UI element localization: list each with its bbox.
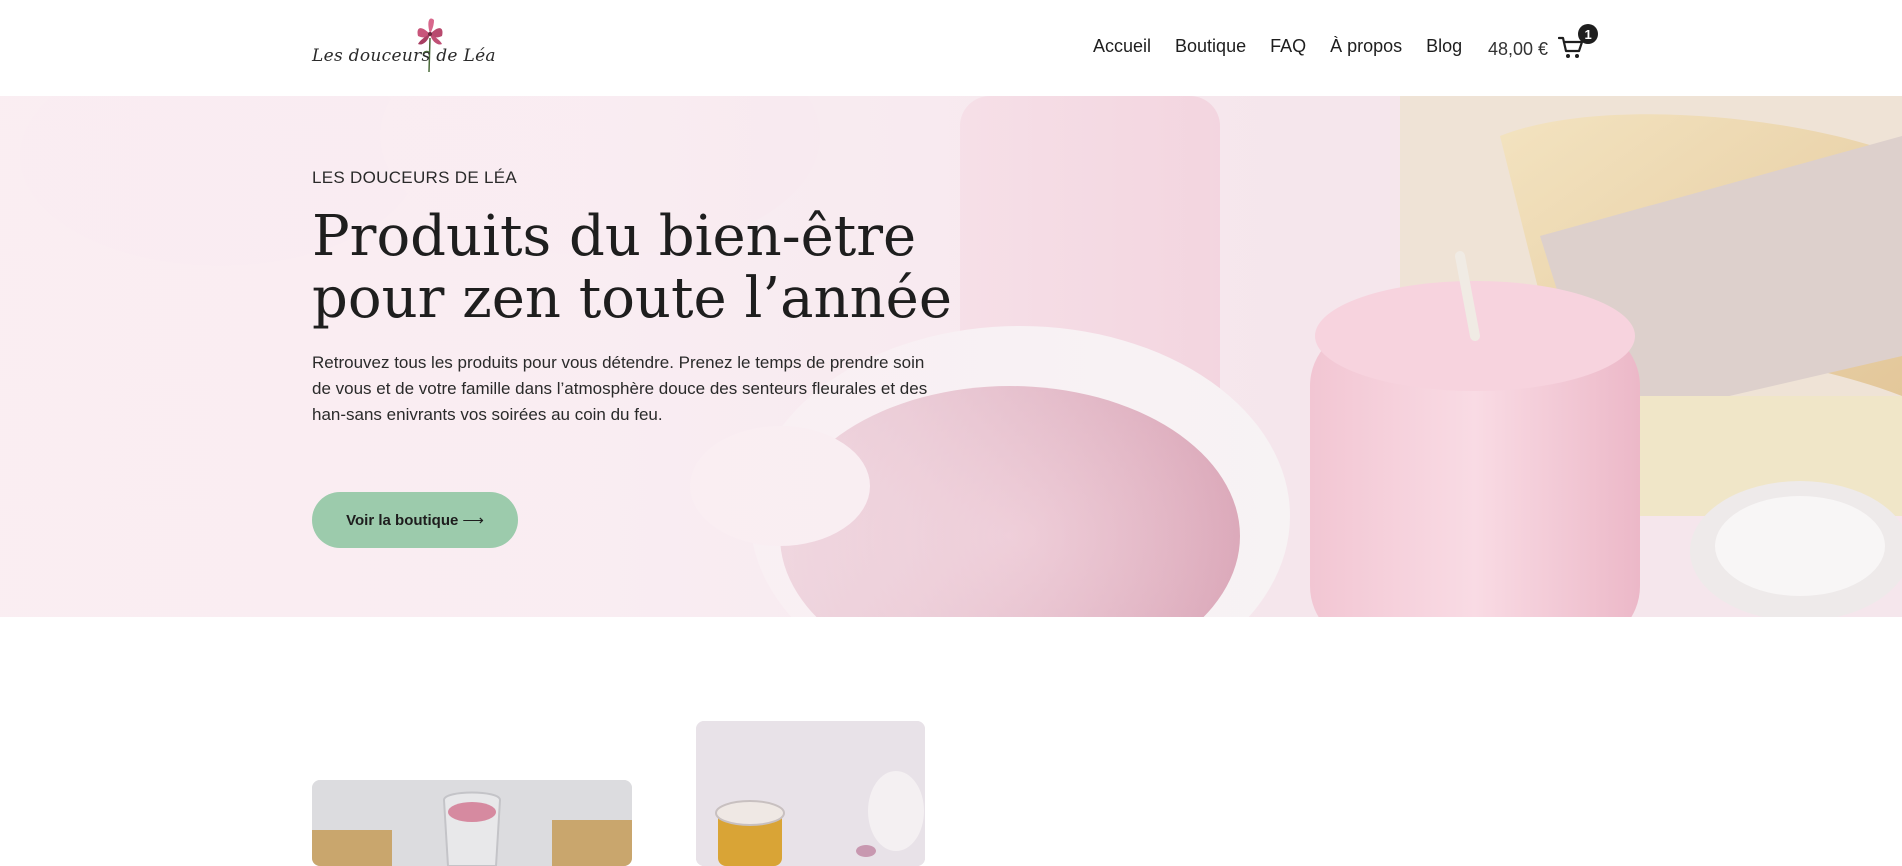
nav-link-accueil[interactable]: Accueil — [1093, 36, 1151, 57]
hero-title: Produits du bien-être pour zen toute l’a… — [312, 204, 952, 331]
product-image-candle — [312, 780, 632, 866]
cart-widget[interactable]: 48,00 € 1 — [1488, 24, 1599, 62]
arrow-right-icon: ⟶ — [462, 512, 484, 529]
cart-icon[interactable]: 1 — [1557, 24, 1599, 62]
main-nav: Accueil Boutique FAQ À propos Blog — [1093, 36, 1486, 57]
product-image-oil — [696, 721, 925, 866]
hero-section: LES DOUCEURS DE LÉA Produits du bien-êtr… — [0, 96, 1902, 617]
shop-button[interactable]: Voir la boutique ⟶ — [312, 492, 518, 548]
nav-link-a-propos[interactable]: À propos — [1330, 36, 1402, 57]
product-card-oil[interactable] — [696, 721, 925, 866]
cart-total[interactable]: 48,00 € — [1488, 39, 1548, 60]
logo-text: Les douceurs de Léa — [312, 46, 496, 66]
product-card-candle[interactable] — [312, 780, 632, 866]
hero-eyebrow: LES DOUCEURS DE LÉA — [312, 168, 518, 187]
hero-description: Retrouvez tous les produits pour vous dé… — [312, 353, 928, 424]
nav-link-boutique[interactable]: Boutique — [1175, 36, 1246, 57]
nav-link-faq[interactable]: FAQ — [1270, 36, 1306, 57]
site-header: Les douceurs de Léa Accueil Boutique FAQ… — [0, 0, 1902, 96]
nav-link-blog[interactable]: Blog — [1426, 36, 1462, 57]
shop-button-label: Voir la boutique — [346, 511, 459, 529]
cart-count-badge: 1 — [1578, 24, 1599, 44]
site-logo[interactable]: Les douceurs de Léa — [312, 16, 496, 76]
